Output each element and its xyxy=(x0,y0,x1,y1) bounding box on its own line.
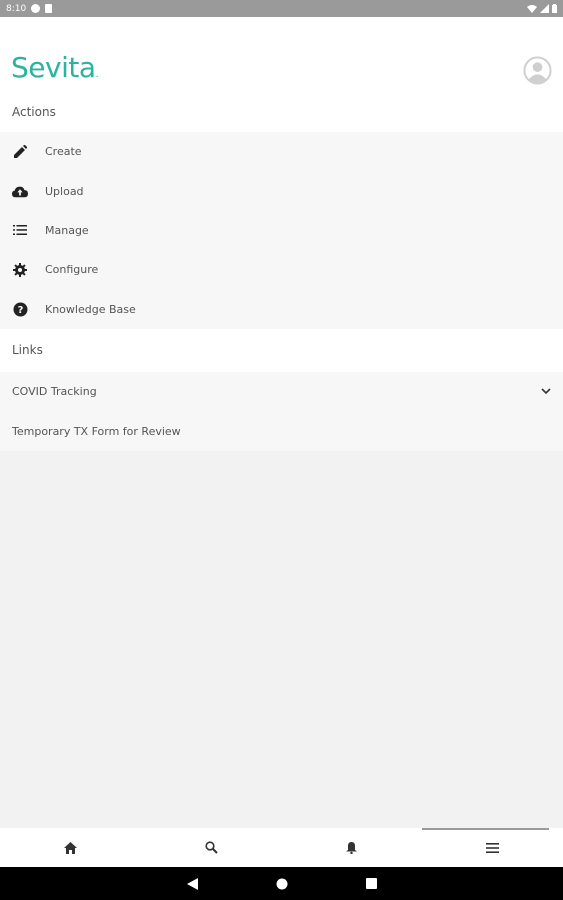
link-label: COVID Tracking xyxy=(12,385,97,399)
avatar-icon[interactable] xyxy=(523,56,552,85)
cloud-upload-icon xyxy=(12,183,28,199)
battery-icon xyxy=(552,4,557,13)
action-configure[interactable]: Configure xyxy=(0,250,563,289)
tab-home[interactable] xyxy=(0,828,141,867)
sevita-logo[interactable]: Sevita. xyxy=(11,51,99,84)
logo-text: Sevita xyxy=(11,51,96,84)
link-covid-tracking[interactable]: COVID Tracking xyxy=(0,371,563,412)
action-upload[interactable]: Upload xyxy=(0,171,563,210)
action-knowledge-base[interactable]: ? Knowledge Base xyxy=(0,290,563,329)
action-label: Create xyxy=(45,145,82,159)
actions-title: Actions xyxy=(12,105,56,119)
action-manage[interactable]: Manage xyxy=(0,211,563,250)
home-circle-icon[interactable] xyxy=(276,878,288,890)
bell-icon xyxy=(346,842,358,854)
tab-notifications[interactable] xyxy=(282,828,423,867)
list-icon xyxy=(12,222,28,238)
svg-text:?: ? xyxy=(17,305,23,316)
actions-list: Create Upload Manage Configure ? Knowled… xyxy=(0,132,563,329)
help-circle-icon: ? xyxy=(12,301,28,317)
sim-icon xyxy=(45,4,53,13)
system-navigation-bar xyxy=(0,867,563,900)
search-icon xyxy=(205,841,218,854)
home-icon xyxy=(63,841,77,854)
action-label: Knowledge Base xyxy=(45,302,136,316)
links-header: Links xyxy=(0,328,563,372)
app-header: Sevita. xyxy=(0,17,563,92)
tab-menu[interactable] xyxy=(422,828,563,867)
logo-mark: . xyxy=(95,69,99,80)
gear-icon xyxy=(12,262,28,278)
tab-search[interactable] xyxy=(141,828,282,867)
chevron-down-icon[interactable] xyxy=(541,388,551,395)
bottom-navigation xyxy=(0,828,563,867)
signal-icon xyxy=(540,4,549,13)
action-create[interactable]: Create xyxy=(0,132,563,171)
link-temporary-tx-form[interactable]: Temporary TX Form for Review xyxy=(0,411,563,451)
menu-icon xyxy=(486,842,500,853)
content-empty-area xyxy=(0,462,563,828)
status-time: 8:10 xyxy=(6,3,27,14)
wifi-icon xyxy=(527,5,537,13)
action-label: Upload xyxy=(45,184,84,198)
links-title: Links xyxy=(12,343,43,358)
actions-header: Actions xyxy=(0,92,563,132)
back-icon[interactable] xyxy=(186,877,198,890)
recents-icon[interactable] xyxy=(365,878,377,889)
status-bar: 8:10 xyxy=(0,0,563,17)
action-label: Configure xyxy=(45,263,99,277)
pencil-icon xyxy=(12,144,28,160)
link-label: Temporary TX Form for Review xyxy=(12,425,181,439)
notification-icon xyxy=(31,4,41,13)
action-label: Manage xyxy=(45,223,89,237)
